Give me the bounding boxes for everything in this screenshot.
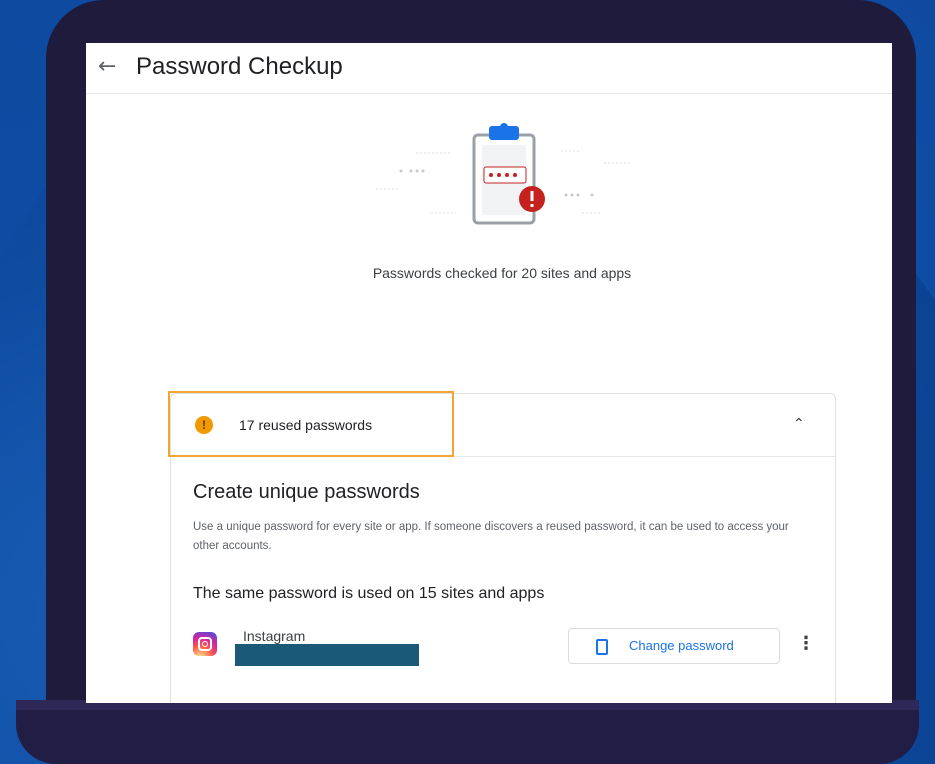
app-bar: ← Password Checkup — [86, 43, 892, 94]
reused-passwords-header[interactable]: ! 17 reused passwords ⌃ — [168, 391, 835, 457]
reused-passwords-card: ! 17 reused passwords ⌃ Create unique pa… — [168, 391, 836, 703]
section-heading: Create unique passwords — [193, 481, 420, 503]
group-label: The same password is used on 15 sites an… — [193, 585, 545, 602]
redacted-username — [235, 644, 419, 666]
section-description: Use a unique password for every site or … — [193, 521, 789, 552]
app-screen: ← Password Checkup Passwords checked for… — [86, 43, 892, 703]
page-title: Password Checkup — [136, 53, 343, 80]
more-vert-icon[interactable]: ⋮ — [797, 634, 815, 654]
chevron-up-icon[interactable]: ⌃ — [793, 414, 805, 434]
warning-icon: ! — [195, 416, 213, 434]
checked-summary: Passwords checked for 20 sites and apps — [372, 265, 632, 281]
reused-count-label: 17 reused passwords — [239, 417, 373, 433]
phone-icon — [596, 639, 608, 655]
change-password-label: Change password — [629, 638, 734, 653]
clipboard-illustration — [376, 123, 631, 225]
instagram-icon — [193, 632, 217, 656]
site-name: Instagram — [243, 628, 306, 644]
arrow-left-icon[interactable]: ← — [98, 53, 116, 81]
list-item: Instagram Change password ⋮ — [171, 626, 835, 674]
instagram-icon-lens — [202, 641, 208, 647]
change-password-button[interactable]: Change password — [568, 628, 780, 664]
